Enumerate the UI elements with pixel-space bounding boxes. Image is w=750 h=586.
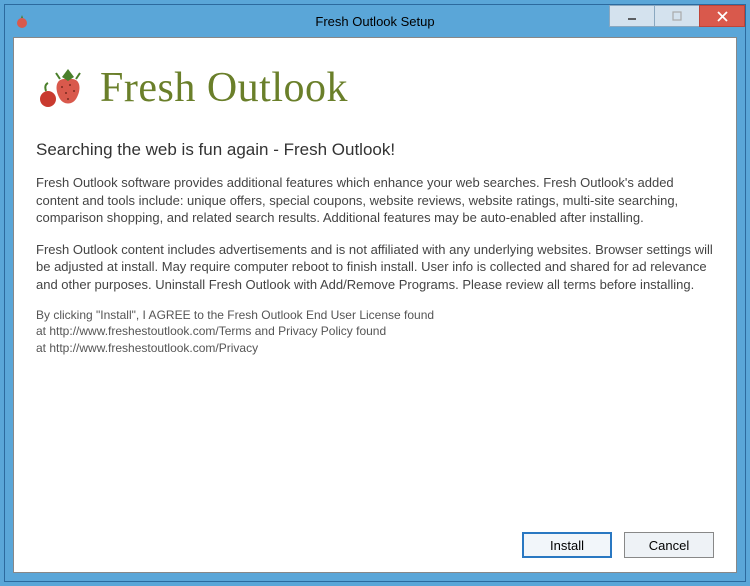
- license-line: at http://www.freshestoutlook.com/Terms …: [36, 323, 714, 339]
- logo-text: Fresh Outlook: [100, 64, 348, 112]
- license-line: at http://www.freshestoutlook.com/Privac…: [36, 340, 714, 356]
- license-text: By clicking "Install", I AGREE to the Fr…: [36, 307, 714, 356]
- app-icon: [13, 12, 31, 30]
- description-paragraph-2: Fresh Outlook content includes advertise…: [36, 241, 714, 294]
- logo: Fresh Outlook: [36, 64, 714, 112]
- content-panel: Fresh Outlook Searching the web is fun a…: [13, 37, 737, 573]
- strawberry-icon: [36, 65, 92, 111]
- headline: Searching the web is fun again - Fresh O…: [36, 140, 714, 160]
- cancel-button[interactable]: Cancel: [624, 532, 714, 558]
- minimize-button[interactable]: [609, 5, 655, 27]
- installer-window: Fresh Outlook Setup: [4, 4, 746, 582]
- titlebar[interactable]: Fresh Outlook Setup: [5, 5, 745, 37]
- description-paragraph-1: Fresh Outlook software provides addition…: [36, 174, 714, 227]
- window-title: Fresh Outlook Setup: [315, 14, 434, 29]
- maximize-button: [654, 5, 700, 27]
- license-line: By clicking "Install", I AGREE to the Fr…: [36, 307, 714, 323]
- install-button[interactable]: Install: [522, 532, 612, 558]
- window-controls: [610, 5, 745, 29]
- button-row: Install Cancel: [36, 522, 714, 562]
- close-button[interactable]: [699, 5, 745, 27]
